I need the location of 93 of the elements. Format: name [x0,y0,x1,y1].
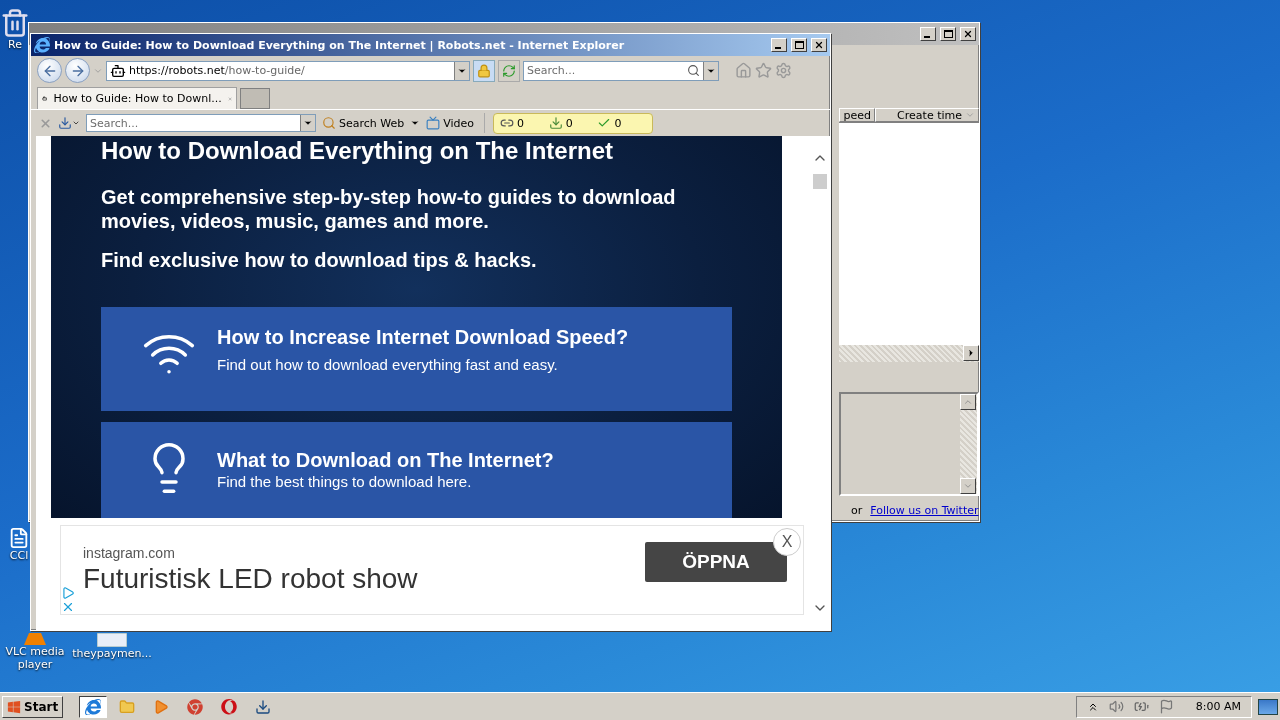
scroll-down-button[interactable] [960,478,976,494]
sort-icon [965,110,975,120]
minimize-button[interactable] [920,27,936,41]
desktop-icon-label[interactable]: theypaymen... [72,647,152,660]
desktop-icon-label[interactable]: CCl [9,549,29,562]
folder-icon [119,698,136,715]
forward-button[interactable] [65,58,90,83]
twitter-link[interactable]: Follow us on Twitter [870,504,979,517]
volume-icon[interactable] [1108,699,1124,714]
desktop-icon-label[interactable]: VLC media player [4,645,66,671]
intro-text: Get comprehensive step-by-step how-to guides to download movies, videos, music, games and more. [101,185,677,233]
maximize-button[interactable] [791,38,807,52]
close-icon[interactable] [39,116,52,130]
tagline-text: Find exclusive how to download tips & hacks. [101,248,538,272]
settings-icon[interactable] [775,62,792,79]
card-title: How to Increase Internet Download Speed? [217,325,629,349]
bin-icon [0,8,30,38]
back-button[interactable] [37,58,62,83]
counter-value: 0 [517,116,525,130]
link-icon [500,116,515,130]
cone-icon [24,633,46,645]
opera-icon [221,698,238,715]
caret-icon[interactable] [410,118,421,128]
card-text: Find the best things to download here. [217,472,473,492]
maximize-icon [794,41,804,49]
counter-value: 0 [565,116,573,130]
star-icon[interactable] [755,62,772,79]
ad-headline: Futuristisk LED robot show [83,563,419,595]
new-tab-button[interactable] [240,88,270,109]
search-field[interactable]: Search... [523,60,719,81]
close-icon [814,40,824,50]
check-icon [597,116,612,130]
arrow-up-icon [963,397,973,407]
browser-tab[interactable]: How to Guide: How to Downl... [37,87,237,109]
tv-icon [426,116,441,130]
close-button[interactable] [960,27,976,41]
close-icon[interactable] [61,600,75,614]
download-icon [255,698,272,715]
shortcut-icon [8,527,30,549]
taskbar-button[interactable] [79,695,108,718]
refresh-button[interactable] [498,59,520,82]
page-heading: How to Download Everything on The Internet [101,137,614,165]
search-icon[interactable] [687,64,700,77]
url-host: https://robots.net [129,64,225,77]
browser-icon [85,698,102,715]
clock[interactable]: 8:00 AM [1195,700,1241,713]
toolbar-button[interactable]: Search Web [320,113,407,133]
scroll-up-button[interactable] [960,394,976,410]
card-text: Find out how to download everything fast and easy. [217,355,559,375]
column-header[interactable]: Create time [875,108,979,122]
card-title: What to Download on The Internet? [217,448,554,472]
guide-card[interactable]: How to Increase Internet Download Speed? Find out how to download everything fast and easy. [101,307,732,411]
flag-icon[interactable] [1158,699,1174,714]
dropdown-button[interactable] [300,115,315,131]
counter-value: 0 [614,116,622,130]
close-icon [963,29,973,39]
desktop-icon-label[interactable]: Re [8,38,22,51]
arrow-right-icon [966,348,976,358]
search-icon [322,116,336,130]
lock-icon [477,63,491,78]
scroll-thumb[interactable] [813,174,827,189]
maximize-button[interactable] [940,27,956,41]
column-header[interactable]: peed [839,108,875,122]
start-button[interactable]: Start [2,695,64,718]
url-path: /how-to-guide/ [224,64,305,77]
toolbar-button[interactable]: Video [424,113,477,133]
toolbar-search-field[interactable]: Search... [86,114,316,132]
maximize-icon [943,30,953,38]
guide-card[interactable]: What to Download on The Internet? Find the best things to download here. [101,422,732,518]
minimize-button[interactable] [771,38,787,52]
play-icon [153,698,170,715]
caret-icon [303,118,313,128]
file-icon [97,633,127,647]
download-icon [548,116,563,130]
show-desktop-button[interactable] [1258,698,1278,715]
browser-icon [34,37,50,53]
close-button[interactable] [811,38,827,52]
scroll-right-button[interactable] [963,345,979,361]
refresh-icon [502,63,516,78]
ad-choices-icon[interactable] [61,586,75,600]
ad-close-button[interactable]: X [773,528,801,556]
caret-icon [72,119,80,127]
download-icon [58,116,72,130]
window-title: How to Guide: How to Download Everything on The Internet | Robots.net - Internet Explorer [54,38,626,52]
home-icon[interactable] [735,62,752,79]
arrow-down-icon [963,481,973,491]
ad-banner[interactable]: instagram.com Futuristisk LED robot show ÖPPNA X [60,525,804,615]
chrome-icon [187,698,204,715]
lock-button[interactable] [473,59,495,82]
ad-domain: instagram.com [83,545,176,561]
footer-text: or [851,504,863,517]
windows-logo [7,699,21,714]
address-field[interactable]: https://robots.net/how-to-guide/ [106,60,470,81]
